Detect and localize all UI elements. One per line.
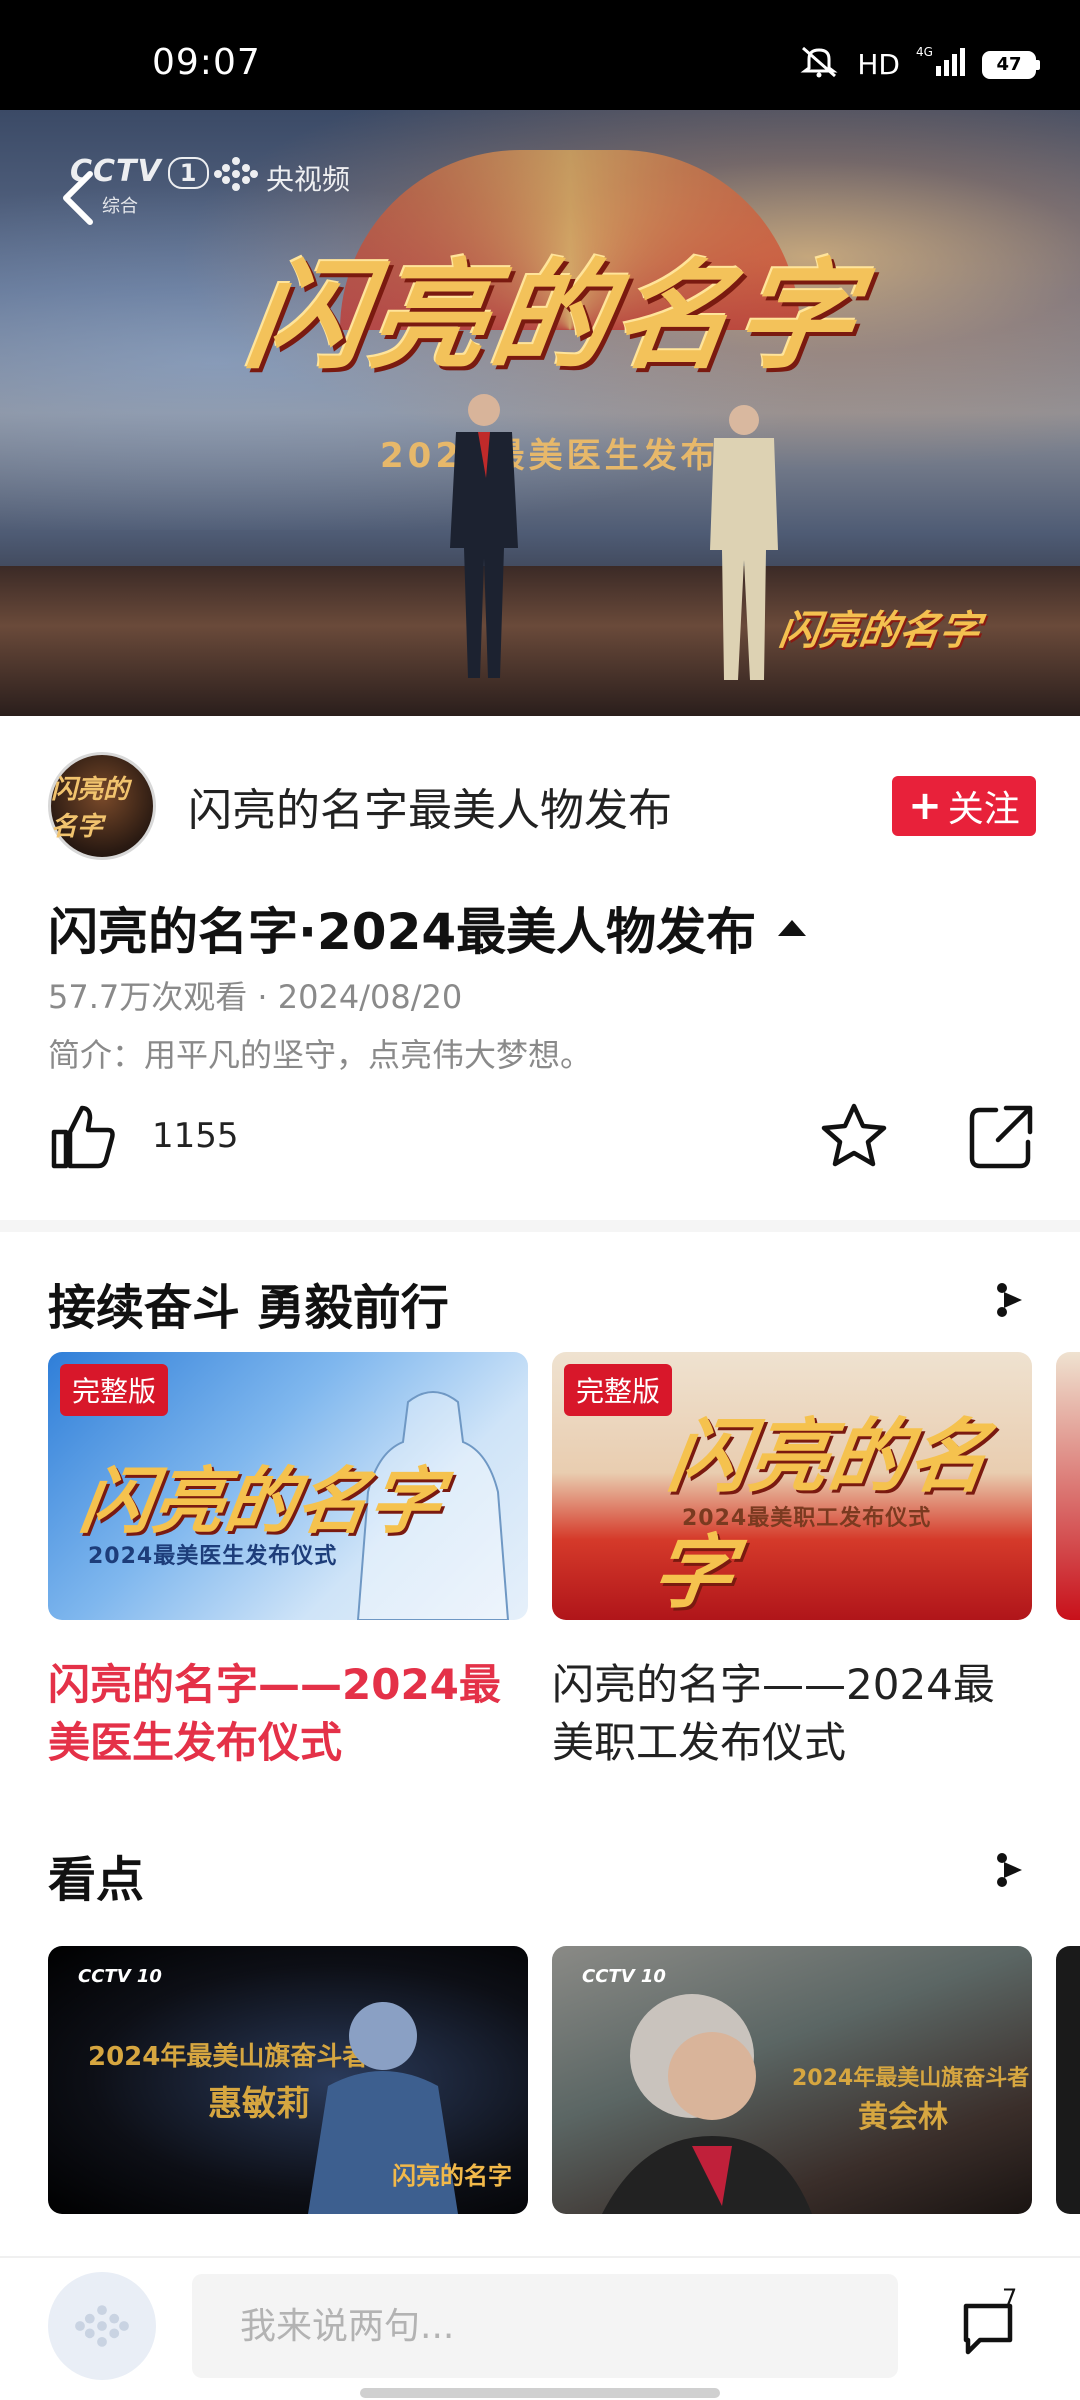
share-icon[interactable] [966,1102,1036,1172]
action-row: 1155 [48,1098,1033,1178]
channel-row: 闪亮的名字 闪亮的名字最美人物发布 + 关注 [48,752,1036,860]
follow-label: 关注 [947,789,1020,830]
video-watermark: 闪亮的名字 [776,608,983,654]
collapse-caret-icon[interactable] [778,920,807,936]
highlight-card[interactable]: CCTV 10 2024年最美山旗奋斗者 惠敏莉 闪亮的名字 [48,1946,528,2214]
cctv10-logo: CCTV 10 [78,1966,162,1987]
thumb-watermark: 闪亮的名字 [392,2162,512,2190]
network-label: HD [857,48,900,81]
presenter-male [450,394,518,678]
comment-count: 7 [1002,2284,1018,2312]
highlight-card-partial[interactable] [1056,1946,1080,2214]
video-intro: 简介：用平凡的坚守，点亮伟大梦想。 [48,1036,593,1074]
card-title[interactable]: 闪亮的名字——2024最美医生发布仪式 [48,1656,528,1772]
signal-icon: 4G [916,44,966,85]
home-indicator[interactable] [360,2388,720,2398]
battery-level: 47 [982,50,1036,79]
yangshipin-icon [214,156,258,199]
portrait-person [602,1994,812,2214]
thumb-person-name: 黄会林 [858,2100,948,2135]
section-title-highlights: 看点 [48,1852,145,1908]
video-player[interactable]: 闪亮的名字 2024最美医生发布 闪亮的名字 CCTV 1 综合 央视频 [0,110,1080,716]
card-thumbnail[interactable]: 完整版 闪亮的名字 2024最美医生发布仪式 [48,1352,528,1620]
status-time: 09:07 [152,42,261,83]
yangshipin-avatar-icon [75,2305,129,2347]
cctv-channel-number: 1 [167,157,210,189]
more-arrow-icon[interactable] [994,1280,1028,1320]
status-icons: HD 4G 47 [797,44,1040,85]
card-thumbnail[interactable]: CCTV 10 2024年最美山旗奋斗者 黄会林 [552,1946,1032,2214]
like-icon[interactable] [48,1102,118,1172]
presenter-female [710,405,778,680]
comment-input[interactable] [192,2274,898,2378]
card-thumbnail[interactable]: 完整版 闪亮的名字 2024最美职工发布仪式 [552,1352,1032,1620]
series-card[interactable]: 完整版 闪亮的名字 2024最美职工发布仪式 闪亮的名字——2024最美职工发布… [552,1352,1032,1772]
video-title-text: 闪亮的名字·2024最美人物发布 [48,903,757,961]
more-arrow-icon[interactable] [994,1850,1028,1890]
series-card-partial[interactable] [1056,1352,1080,1620]
yangshipin-logo: 央视频 [214,156,350,199]
user-avatar[interactable] [48,2272,156,2380]
plus-icon: + [908,783,942,829]
cctv-logo-text: CCTV [70,154,162,189]
channel-avatar[interactable]: 闪亮的名字 [48,752,156,860]
series-card[interactable]: 完整版 闪亮的名字 2024最美医生发布仪式 闪亮的名字——2024最美医生发布… [48,1352,528,1772]
channel-name[interactable]: 闪亮的名字最美人物发布 [188,774,892,838]
status-bar: 09:07 HD 4G 47 [0,0,1080,110]
video-title[interactable]: 闪亮的名字·2024最美人物发布 [48,892,807,964]
section-title-series: 接续奋斗 勇毅前行 [48,1280,449,1336]
full-version-badge: 完整版 [60,1364,169,1416]
like-count: 1155 [152,1116,239,1156]
comment-bar: 7 [0,2258,1080,2400]
thumb-person-name: 惠敏莉 [208,2084,310,2124]
card-title[interactable]: 闪亮的名字——2024最美职工发布仪式 [552,1656,1032,1772]
video-banner-title: 闪亮的名字 [238,247,869,385]
full-version-badge: 完整版 [564,1364,673,1416]
battery-icon: 47 [982,50,1040,79]
video-meta: 57.7万次观看 · 2024/08/20 [48,978,463,1016]
thumb-caption: 2024最美职工发布仪式 [682,1506,932,1531]
thumb-caption: 2024最美医生发布仪式 [88,1544,338,1569]
highlight-card[interactable]: CCTV 10 2024年最美山旗奋斗者 黄会林 [552,1946,1032,2214]
svg-text:4G: 4G [916,45,933,59]
yangshipin-label: 央视频 [266,162,351,196]
thumb-headline: 2024年最美山旗奋斗者 [792,2066,1030,2091]
video-banner-subtitle: 2024最美医生发布 [380,436,719,476]
cctv-channel-name: 综合 [102,196,138,217]
card-thumbnail[interactable]: CCTV 10 2024年最美山旗奋斗者 惠敏莉 闪亮的名字 [48,1946,528,2214]
muted-bell-icon [797,44,841,85]
cctv-logo: CCTV 1 [70,154,210,189]
section-divider [0,1220,1080,1232]
follow-button[interactable]: + 关注 [892,776,1036,836]
thumb-logo-text: 闪亮的名字 [75,1459,448,1543]
favorite-star-icon[interactable] [818,1100,890,1172]
